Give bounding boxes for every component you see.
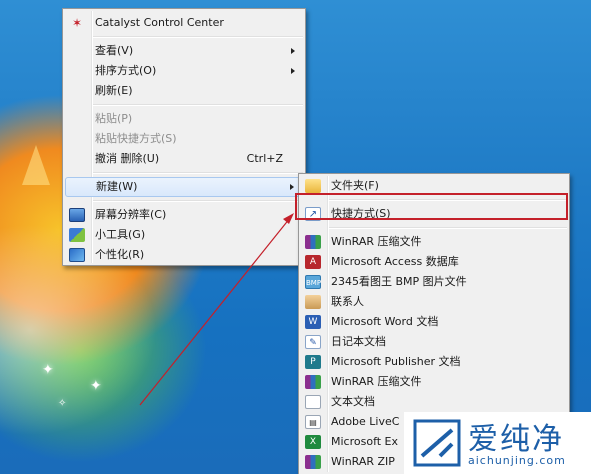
watermark: 爱纯净 aichunjing.com [404, 412, 591, 474]
annotation-arrow [139, 213, 294, 406]
watermark-brand: 爱纯净 [468, 422, 564, 457]
watermark-logo-icon [413, 419, 461, 467]
watermark-url: aichunjing.com [468, 454, 566, 467]
